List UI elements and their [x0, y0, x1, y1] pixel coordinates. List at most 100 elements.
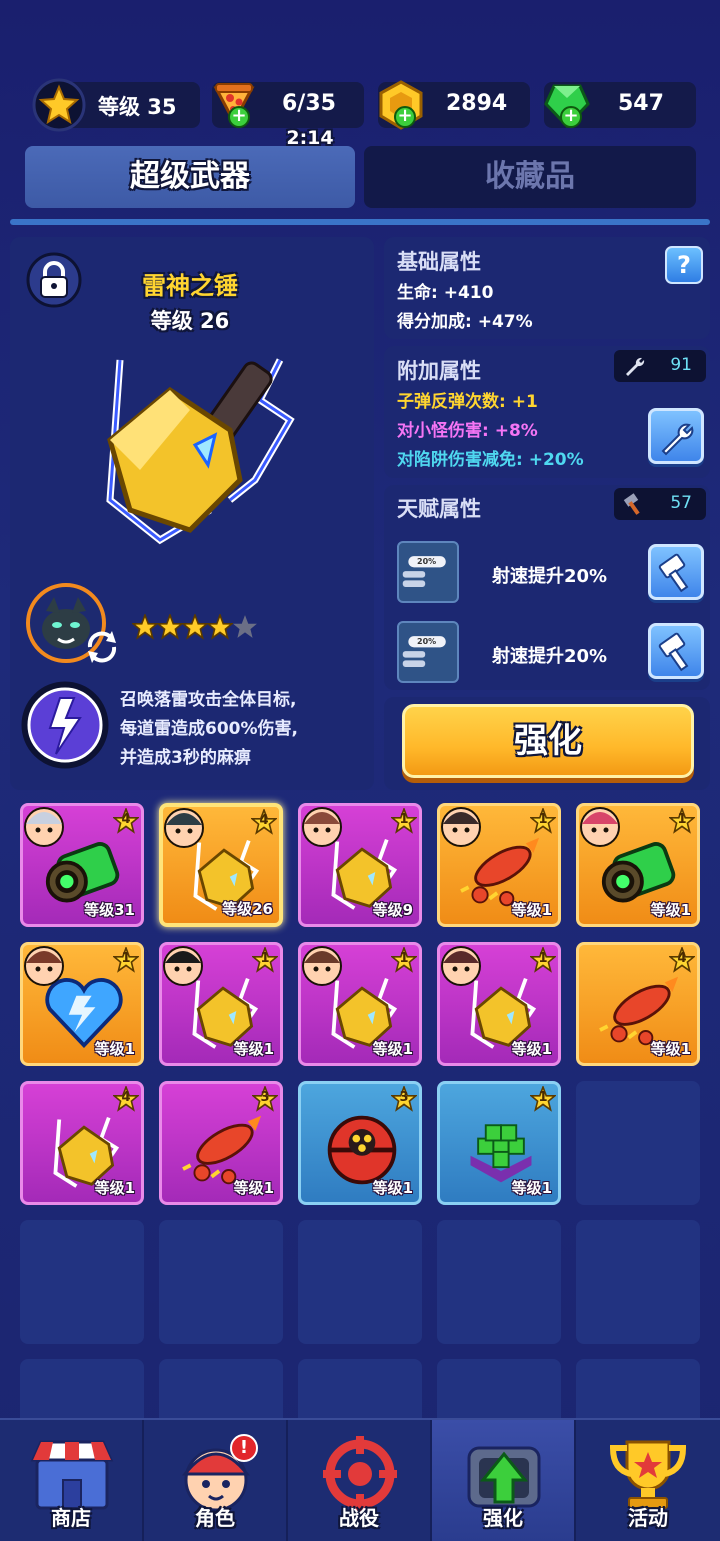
star-rank-badge: 4 — [667, 945, 697, 973]
player-level-box[interactable]: 等级 35 — [32, 78, 200, 132]
skill-description: 召唤落雷攻击全体目标, 每道雷造成600%伤害, 并造成3秒的麻痹 — [120, 690, 298, 768]
gold-count: 2894 — [446, 91, 508, 116]
lightning-skill-icon[interactable] — [20, 680, 110, 770]
talent-text-1: 射速提升20% — [492, 566, 608, 587]
player-level: 等级 35 — [98, 95, 177, 119]
gold-box[interactable]: + 2894 — [378, 80, 530, 130]
lock-icon[interactable] — [26, 252, 82, 308]
star-rank: 4 — [677, 951, 687, 966]
star-icon — [32, 78, 86, 132]
inventory-slot[interactable]: 3 等级1 — [159, 1081, 283, 1205]
stat-hp: 生命: +410 — [397, 283, 494, 303]
sunglasses-avatar — [302, 946, 342, 986]
talent-text-2: 射速提升20% — [492, 646, 608, 667]
inventory-slot[interactable]: 1 等级1 — [159, 942, 283, 1066]
star-rank: 1 — [677, 812, 687, 827]
reroll-talent-2-button[interactable] — [648, 623, 704, 679]
star-rank: 3 — [399, 1090, 409, 1105]
star-rank-badge: 1 — [528, 945, 558, 973]
tab-super-weapon[interactable]: 超级武器 — [25, 146, 355, 208]
inventory-slot[interactable]: 4 等级1 — [20, 1081, 144, 1205]
wrench-icon — [661, 423, 694, 456]
alert-badge: ! — [230, 1434, 258, 1462]
item-level: 等级26 — [222, 900, 273, 918]
add-gem-icon[interactable]: + — [560, 106, 582, 128]
reroll-extra-button[interactable] — [648, 408, 704, 464]
star-rank-badge: 1 — [528, 1084, 558, 1112]
empty-slot — [576, 1220, 700, 1344]
inventory-slot[interactable]: 1 等级1 — [20, 942, 144, 1066]
punk-avatar — [580, 807, 620, 847]
nav-events[interactable]: 活动 — [576, 1420, 720, 1541]
energy-box[interactable]: + 6/35 — [212, 82, 364, 128]
bullet-icon — [402, 556, 446, 587]
gem-box[interactable]: + 547 — [544, 82, 696, 129]
star-empty-icon — [233, 615, 257, 638]
nav-character[interactable]: ! 角色 — [144, 1420, 288, 1541]
empty-slot — [298, 1220, 422, 1344]
item-level: 等级1 — [94, 1040, 135, 1058]
bearded-avatar — [24, 946, 64, 986]
add-energy-icon[interactable]: + — [228, 106, 250, 128]
inventory-slot[interactable]: 1 等级9 — [298, 803, 422, 927]
item-level: 等级1 — [650, 1040, 691, 1058]
star-filled-icon — [157, 614, 183, 640]
star-rank-badge: 1 — [111, 945, 141, 973]
empty-slot — [437, 1220, 561, 1344]
talent-icon-2: 20% — [397, 621, 459, 683]
swap-icon[interactable] — [82, 625, 122, 665]
item-level: 等级1 — [94, 1179, 135, 1197]
ninja-avatar — [163, 946, 203, 986]
nav-upgrade[interactable]: 强化 — [432, 1420, 576, 1541]
star-rank-badge: 1 — [528, 806, 558, 834]
add-gold-icon[interactable]: + — [394, 106, 416, 128]
inventory-slot[interactable]: 1 等级1 — [437, 803, 561, 927]
inventory-slot[interactable]: 4 等级1 — [576, 942, 700, 1066]
nav-upgrade-label: 强化 — [483, 1506, 523, 1530]
empty-slot — [159, 1220, 283, 1344]
wrench-counter: 91 — [614, 350, 706, 382]
star-rank: 4 — [259, 813, 269, 828]
talent-attributes-title: 天赋属性 — [397, 497, 481, 521]
girl-avatar — [302, 807, 342, 847]
item-level: 等级1 — [233, 1179, 274, 1197]
inventory-slot[interactable]: 1 等级1 — [576, 803, 700, 927]
hammer-counter: 57 — [614, 488, 706, 520]
inventory-slot[interactable]: 1 等级1 — [437, 942, 561, 1066]
energy-count: 6/35 — [282, 91, 336, 116]
empty-slot — [576, 1081, 700, 1205]
empty-slot — [20, 1220, 144, 1344]
star-rank: 1 — [121, 951, 131, 966]
talent-icon-label: 20% — [417, 637, 437, 646]
star-filled-icon — [207, 614, 233, 640]
star-rank: 1 — [399, 812, 409, 827]
bullet-icon — [402, 636, 446, 667]
wrench-count: 91 — [670, 355, 692, 375]
help-button[interactable]: ? — [665, 246, 703, 284]
stat-trap-reduction: 对陷阱伤害减免: +20% — [397, 450, 584, 470]
tab-collectibles[interactable]: 收藏品 — [364, 146, 696, 208]
inventory-slot[interactable]: 4 等级31 — [20, 803, 144, 927]
nav-shop[interactable]: 商店 — [0, 1420, 144, 1541]
robot-avatar — [24, 807, 64, 847]
thor-hammer-icon — [106, 358, 295, 545]
inventory-slot[interactable]: 1 等级1 — [437, 1081, 561, 1205]
reroll-talent-1-button[interactable] — [648, 544, 704, 600]
stat-score-bonus: 得分加成: +47% — [397, 312, 533, 332]
inventory-slot[interactable]: 1 等级1 — [298, 942, 422, 1066]
nav-campaign[interactable]: 战役 — [288, 1420, 432, 1541]
item-level: 等级1 — [372, 1040, 413, 1058]
gem-count: 547 — [618, 91, 664, 116]
star-rank: 1 — [399, 951, 409, 966]
star-rank-badge: 1 — [389, 806, 419, 834]
inventory-slot[interactable]: 3 等级1 — [298, 1081, 422, 1205]
upgrade-button[interactable]: 强化 — [402, 704, 694, 778]
wrench-icon — [626, 357, 645, 376]
panther-avatar — [164, 808, 204, 848]
star-rank: 1 — [538, 951, 548, 966]
bottom-nav: 商店 ! 角色 战役 强化 活动 — [0, 1418, 720, 1541]
base-attributes-title: 基础属性 — [397, 250, 481, 274]
item-level: 等级1 — [511, 1040, 552, 1058]
stat-bullet-bounce: 子弹反弹次数: +1 — [397, 392, 538, 412]
inventory-slot[interactable]: 4 等级26 — [159, 803, 283, 927]
